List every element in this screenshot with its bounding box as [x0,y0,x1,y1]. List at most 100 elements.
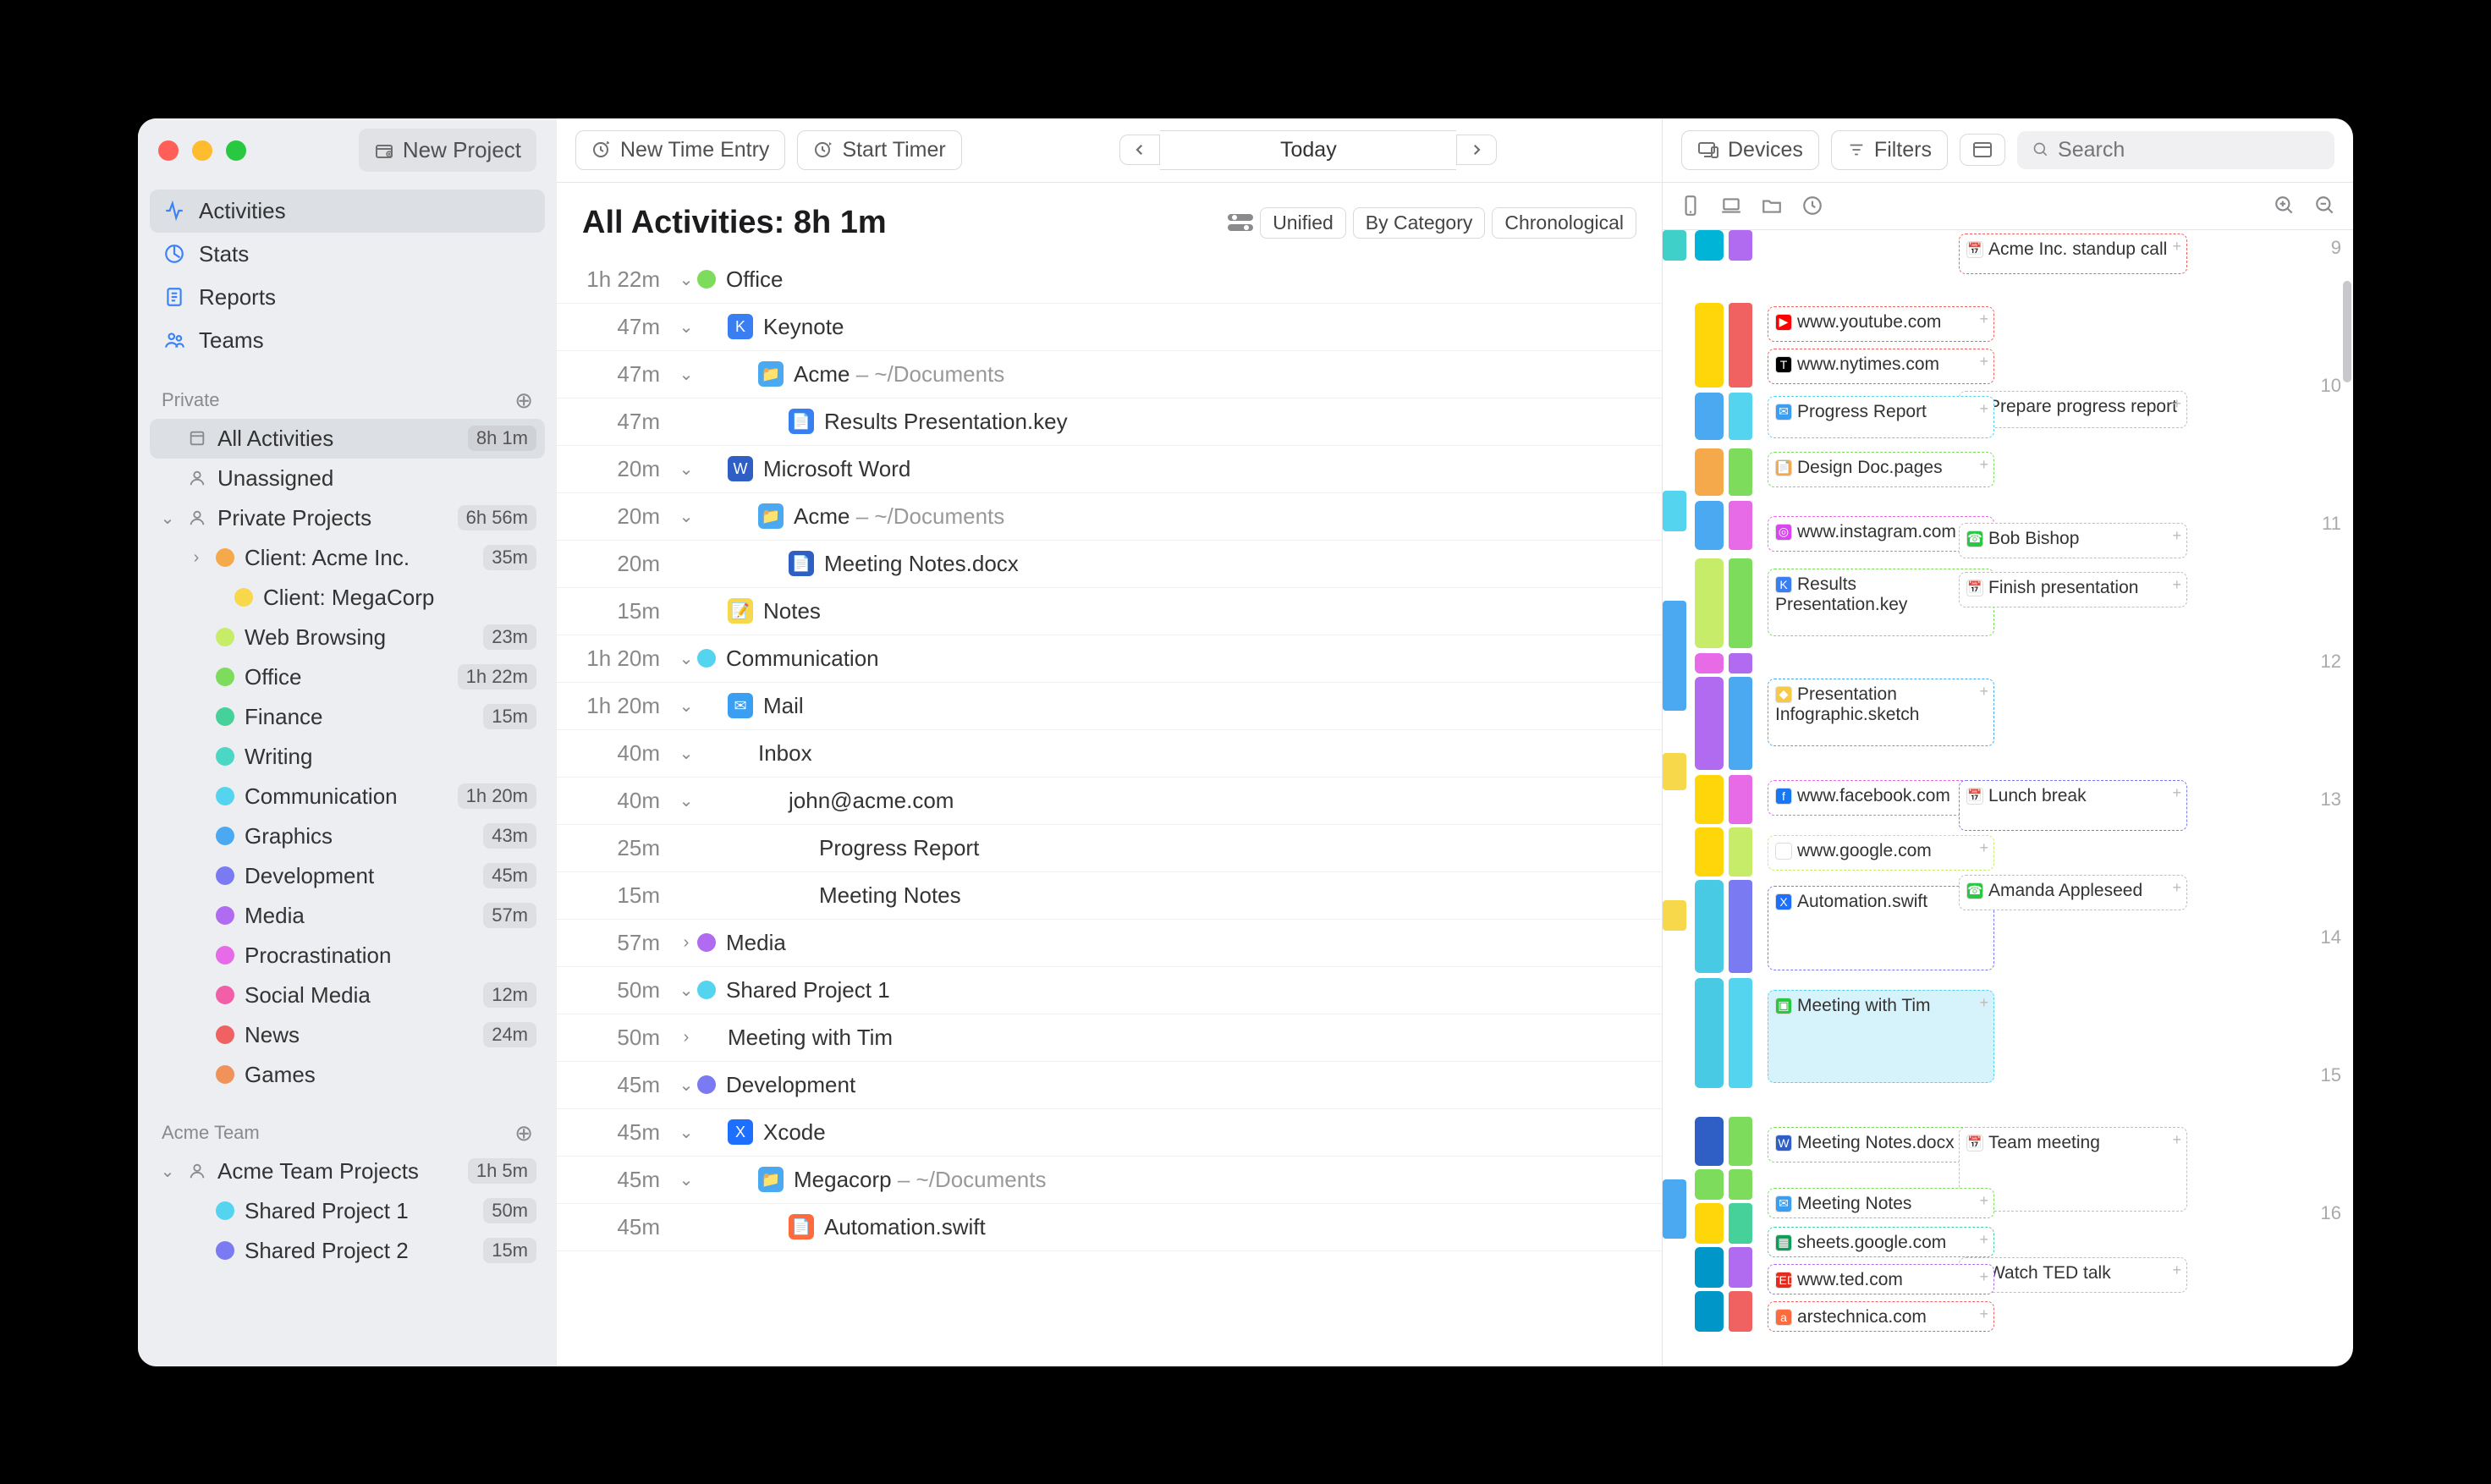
timeline-card[interactable]: ▣Meeting with Tim+ [1768,990,1994,1083]
timeline[interactable]: 910111213141516📅Acme Inc. standup call+▶… [1663,230,2353,1366]
timeline-card[interactable]: ✉Progress Report+ [1768,396,1994,438]
activity-row[interactable]: 45m⌄XXcode [557,1109,1662,1157]
start-timer-button[interactable]: Start Timer [797,130,961,170]
sidebar-item-acme-team-projects[interactable]: ⌄Acme Team Projects1h 5m [150,1151,545,1191]
expand-icon[interactable]: ⌄ [675,743,697,764]
timeline-card[interactable]: TEDwww.ted.com+ [1768,1264,1994,1294]
seg-unified[interactable]: Unified [1260,207,1346,239]
close-window-icon[interactable] [158,140,179,161]
expand-icon[interactable]: › [675,933,697,953]
zoom-out-icon[interactable] [2314,195,2336,217]
seg-chronological[interactable]: Chronological [1492,207,1636,239]
activity-row[interactable]: 50m⌄Shared Project 1 [557,967,1662,1014]
device-phone-icon[interactable] [1680,195,1702,217]
timeline-card[interactable]: 📅Lunch break+ [1959,780,2187,831]
add-private-project-button[interactable]: ⊕ [514,387,533,414]
search-input[interactable] [2058,138,2319,162]
timeline-card-add-icon[interactable]: + [1979,400,1988,418]
sidebar-item-shared-1[interactable]: Shared Project 150m [150,1191,545,1231]
activity-row[interactable]: 45m⌄Development [557,1062,1662,1109]
nav-activities[interactable]: Activities [150,190,545,233]
timeline-card-add-icon[interactable]: + [1979,311,1988,328]
next-day-button[interactable] [1456,135,1497,165]
activity-row[interactable]: 20m⌄WMicrosoft Word [557,446,1662,493]
sidebar-item-news[interactable]: News24m [150,1015,545,1055]
activity-row[interactable]: 40m⌄Inbox [557,730,1662,778]
expand-icon[interactable]: ⌄ [675,648,697,669]
timeline-card-add-icon[interactable]: + [2172,784,2181,802]
timeline-card-add-icon[interactable]: + [1979,994,1988,1012]
sidebar-item-all-activities[interactable]: All Activities8h 1m [150,419,545,459]
activity-row[interactable]: 1h 20m⌄✉Mail [557,683,1662,730]
list-toggle-icon[interactable] [1228,212,1253,234]
sidebar-item-web-browsing[interactable]: Web Browsing23m [150,618,545,657]
new-project-button[interactable]: New Project [359,129,536,172]
timeline-card-add-icon[interactable]: + [2172,879,2181,897]
sidebar-item-procrastination[interactable]: Procrastination [150,936,545,976]
timeline-card-add-icon[interactable]: + [1979,1192,1988,1210]
timeline-card-add-icon[interactable]: + [1979,683,1988,701]
activity-row[interactable]: 50m›Meeting with Tim [557,1014,1662,1062]
activity-row[interactable]: 47m⌄KKeynote [557,304,1662,351]
expand-icon[interactable]: ⌄ [675,980,697,1001]
nav-reports[interactable]: Reports [150,276,545,319]
new-time-entry-button[interactable]: New Time Entry [575,130,785,170]
timeline-card[interactable]: 📄Design Doc.pages+ [1768,452,1994,487]
nav-teams[interactable]: Teams [150,319,545,362]
expand-icon[interactable]: ⌄ [675,1122,697,1143]
activity-row[interactable]: 25mProgress Report [557,825,1662,872]
prev-day-button[interactable] [1119,135,1160,165]
activity-row[interactable]: 57m›Media [557,920,1662,967]
timeline-card-add-icon[interactable]: + [1979,1268,1988,1286]
sidebar-item-writing[interactable]: Writing [150,737,545,777]
activity-row[interactable]: 47m📄Results Presentation.key [557,398,1662,446]
activity-row[interactable]: 45m⌄📁Megacorp – ~/Documents [557,1157,1662,1204]
sidebar-item-client-acme[interactable]: ›Client: Acme Inc.35m [150,538,545,578]
seg-by-category[interactable]: By Category [1353,207,1486,239]
sidebar-item-communication[interactable]: Communication1h 20m [150,777,545,816]
nav-stats[interactable]: Stats [150,233,545,276]
sidebar-item-unassigned[interactable]: Unassigned [150,459,545,498]
sidebar-item-games[interactable]: Games [150,1055,545,1095]
timeline-card-add-icon[interactable]: + [2172,527,2181,545]
timeline-card[interactable]: 📅Finish presentation+ [1959,572,2187,607]
expand-icon[interactable]: › [675,1028,697,1047]
timeline-card[interactable]: Gwww.google.com+ [1768,835,1994,871]
expand-icon[interactable]: ⌄ [675,316,697,338]
expand-icon[interactable]: ⌄ [675,1169,697,1190]
expand-icon[interactable]: ⌄ [675,506,697,527]
timeline-card[interactable]: ◆Presentation Infographic.sketch+ [1768,679,1994,746]
timeline-card[interactable]: aarstechnica.com+ [1768,1301,1994,1332]
zoom-in-icon[interactable] [2274,195,2296,217]
timeline-card[interactable]: Twww.nytimes.com+ [1768,349,1994,384]
timeline-card-add-icon[interactable]: + [1979,1231,1988,1249]
timeline-card[interactable]: ✉Meeting Notes+ [1768,1188,1994,1218]
sidebar-item-media[interactable]: Media57m [150,896,545,936]
sidebar-item-finance[interactable]: Finance15m [150,697,545,737]
expand-icon[interactable]: ⌄ [675,269,697,290]
sidebar-item-social-media[interactable]: Social Media12m [150,976,545,1015]
timeline-card-add-icon[interactable]: + [2172,576,2181,594]
timeline-card-add-icon[interactable]: + [2172,395,2181,413]
timeline-card-add-icon[interactable]: + [1979,839,1988,857]
sidebar-item-development[interactable]: Development45m [150,856,545,896]
activity-row[interactable]: 45m📄Automation.swift [557,1204,1662,1251]
minimize-window-icon[interactable] [192,140,212,161]
activity-row[interactable]: 20m📄Meeting Notes.docx [557,541,1662,588]
layout-button[interactable] [1960,134,2005,166]
activity-row[interactable]: 40m⌄john@acme.com [557,778,1662,825]
activity-row[interactable]: 20m⌄📁Acme – ~/Documents [557,493,1662,541]
sidebar-item-shared-2[interactable]: Shared Project 215m [150,1231,545,1271]
folder-icon[interactable] [1761,195,1783,217]
activity-row[interactable]: 15m📝Notes [557,588,1662,635]
timeline-card[interactable]: ☎Amanda Appleseed+ [1959,875,2187,910]
devices-button[interactable]: Devices [1681,130,1819,170]
zoom-window-icon[interactable] [226,140,246,161]
activity-row[interactable]: 1h 20m⌄Communication [557,635,1662,683]
timeline-card[interactable]: ▶www.youtube.com+ [1768,306,1994,342]
date-label[interactable]: Today [1160,130,1456,170]
sidebar-item-private-projects[interactable]: ⌄Private Projects6h 56m [150,498,545,538]
timeline-card[interactable]: ☎Bob Bishop+ [1959,523,2187,558]
timeline-scrollbar[interactable] [2343,281,2351,382]
timeline-card-add-icon[interactable]: + [1979,353,1988,371]
